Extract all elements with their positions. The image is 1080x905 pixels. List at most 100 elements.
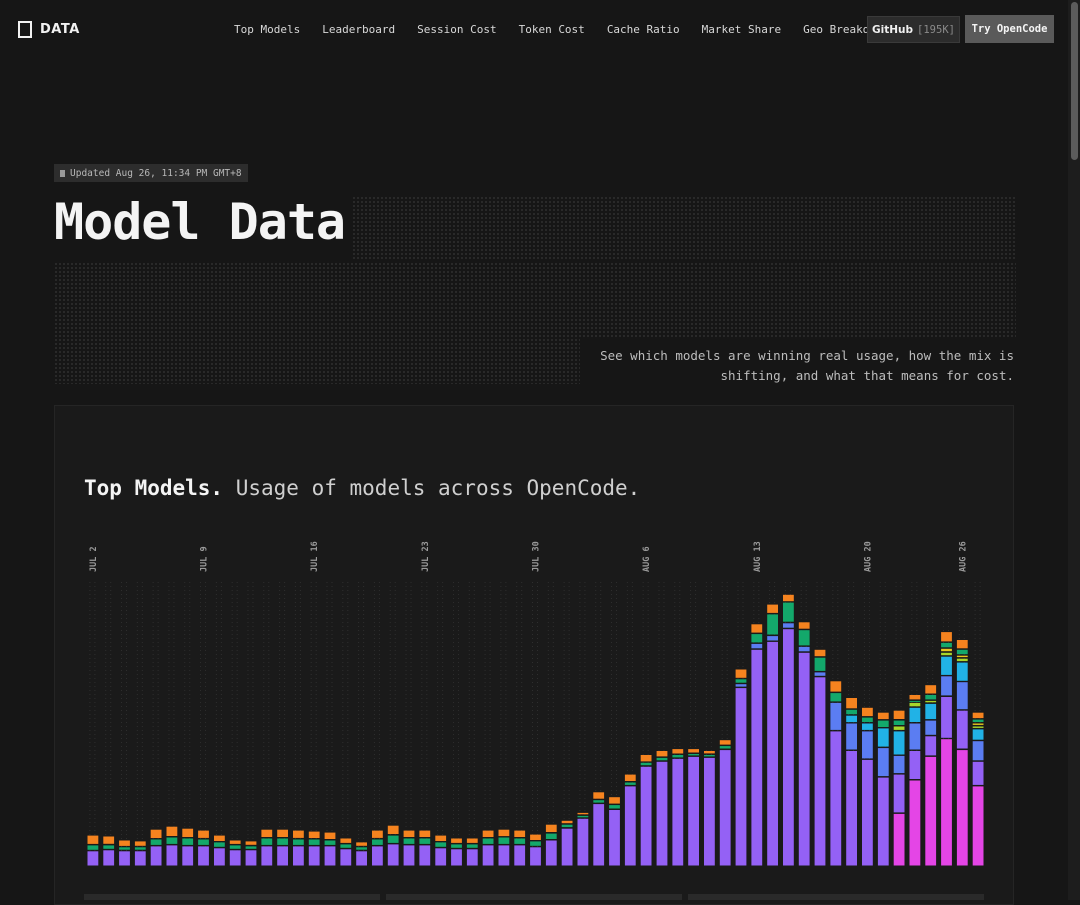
chart-bar[interactable] [814,649,826,866]
chart-bar[interactable] [198,830,209,866]
chart-bar[interactable] [514,830,526,866]
bar-segment-orange [941,632,952,642]
bar-segment-purple [593,804,605,866]
chart-bar[interactable] [308,831,320,866]
bar-segment-green [656,757,668,761]
bar-segment-orange [482,830,494,837]
chart-bar[interactable] [941,632,952,866]
chart-bar[interactable] [245,841,257,866]
bar-segment-purple [498,845,510,866]
chart-bar[interactable] [561,820,573,866]
chart-bar[interactable] [482,830,494,866]
bar-segment-orange [498,829,510,837]
x-tick-label: AUG 26 [958,541,968,572]
bar-segment-purple [198,846,209,866]
scrollbar-thumb[interactable] [1071,2,1078,160]
bar-segment-cyan [941,656,952,675]
chart-bar[interactable] [182,828,194,866]
chart-bar[interactable] [293,830,304,866]
chart-bar[interactable] [593,792,605,866]
bar-segment-orange [340,838,352,843]
chart-bar[interactable] [719,740,731,866]
chart-bar[interactable] [751,624,763,866]
bar-segment-cyan [972,729,984,740]
chart-bar[interactable] [909,695,921,866]
bar-segment-purple [214,848,225,866]
bar-segment-orange [514,830,526,837]
bar-segment-purple [356,851,367,866]
chart-tab-1[interactable] [84,894,380,900]
chart-bar[interactable] [134,841,146,866]
bar-segment-purple [166,845,178,866]
bar-segment-lime [941,652,952,656]
bar-segment-green [182,838,194,845]
chart-bar[interactable] [767,604,778,866]
bar-segment-blue [830,702,842,730]
bar-segment-purple [277,846,288,866]
bar-segment-green [941,642,952,648]
chart-bar[interactable] [372,830,383,866]
chart-bar[interactable] [846,698,857,866]
chart-bar[interactable] [466,838,478,866]
bar-segment-green [482,838,494,844]
chart-bar[interactable] [672,749,684,866]
chart-bar[interactable] [229,840,241,866]
chart-bar[interactable] [545,824,557,866]
bar-segment-orange [593,792,605,799]
chart-bar[interactable] [640,755,652,866]
chart-bar[interactable] [103,836,115,866]
chart-bar[interactable] [798,622,810,866]
bar-segment-green [751,634,763,643]
chart-bar[interactable] [87,835,99,866]
chart-bar[interactable] [324,832,336,866]
chart-bar[interactable] [893,710,905,866]
chart-bar[interactable] [403,830,415,866]
chart-bar[interactable] [862,707,873,866]
bar-segment-orange [293,830,304,838]
chart-bar[interactable] [530,834,541,866]
bar-segment-orange [451,838,462,843]
chart-bar[interactable] [877,712,889,866]
chart-bar[interactable] [150,829,162,866]
bar-segment-purple [514,845,526,866]
bar-segment-green [134,847,146,850]
chart-bar[interactable] [609,797,620,866]
bar-segment-green [956,649,968,655]
chart-bar[interactable] [704,751,715,866]
chart-bar[interactable] [214,835,225,866]
chart-bar[interactable] [356,842,367,866]
bar-segment-orange [214,835,225,841]
chart-bar[interactable] [119,840,130,866]
bar-segment-purple [577,818,589,866]
chart-bar[interactable] [830,681,842,866]
chart-bar[interactable] [925,685,937,866]
chart-tab-3[interactable] [688,894,984,900]
chart-bar[interactable] [783,594,794,866]
chart-bar[interactable] [972,712,984,866]
chart-bar[interactable] [435,835,447,866]
chart-bar[interactable] [166,826,178,866]
chart-bar[interactable] [956,640,968,866]
chart-bar[interactable] [735,669,747,866]
bar-segment-orange [925,685,937,694]
chart-bar[interactable] [387,825,399,866]
bar-segment-green [466,844,478,848]
chart-bar[interactable] [261,829,273,866]
chart-bar[interactable] [624,774,636,866]
page-scrollbar[interactable] [1068,0,1080,900]
chart-bars [87,594,984,866]
chart-bar[interactable] [656,751,668,866]
chart-bar[interactable] [451,838,462,866]
chart-bar[interactable] [340,838,352,866]
chart-bar[interactable] [277,829,288,866]
chart-bar[interactable] [419,830,431,866]
chart-bar[interactable] [688,749,699,866]
bar-segment-orange [134,841,146,846]
bar-segment-purple [435,848,447,866]
chart-bar[interactable] [577,812,589,866]
chart-tab-2[interactable] [386,894,682,900]
bar-segment-green [767,614,778,635]
chart-bar[interactable] [498,829,510,866]
bar-segment-orange [403,830,415,837]
bar-segment-lime [925,700,937,703]
